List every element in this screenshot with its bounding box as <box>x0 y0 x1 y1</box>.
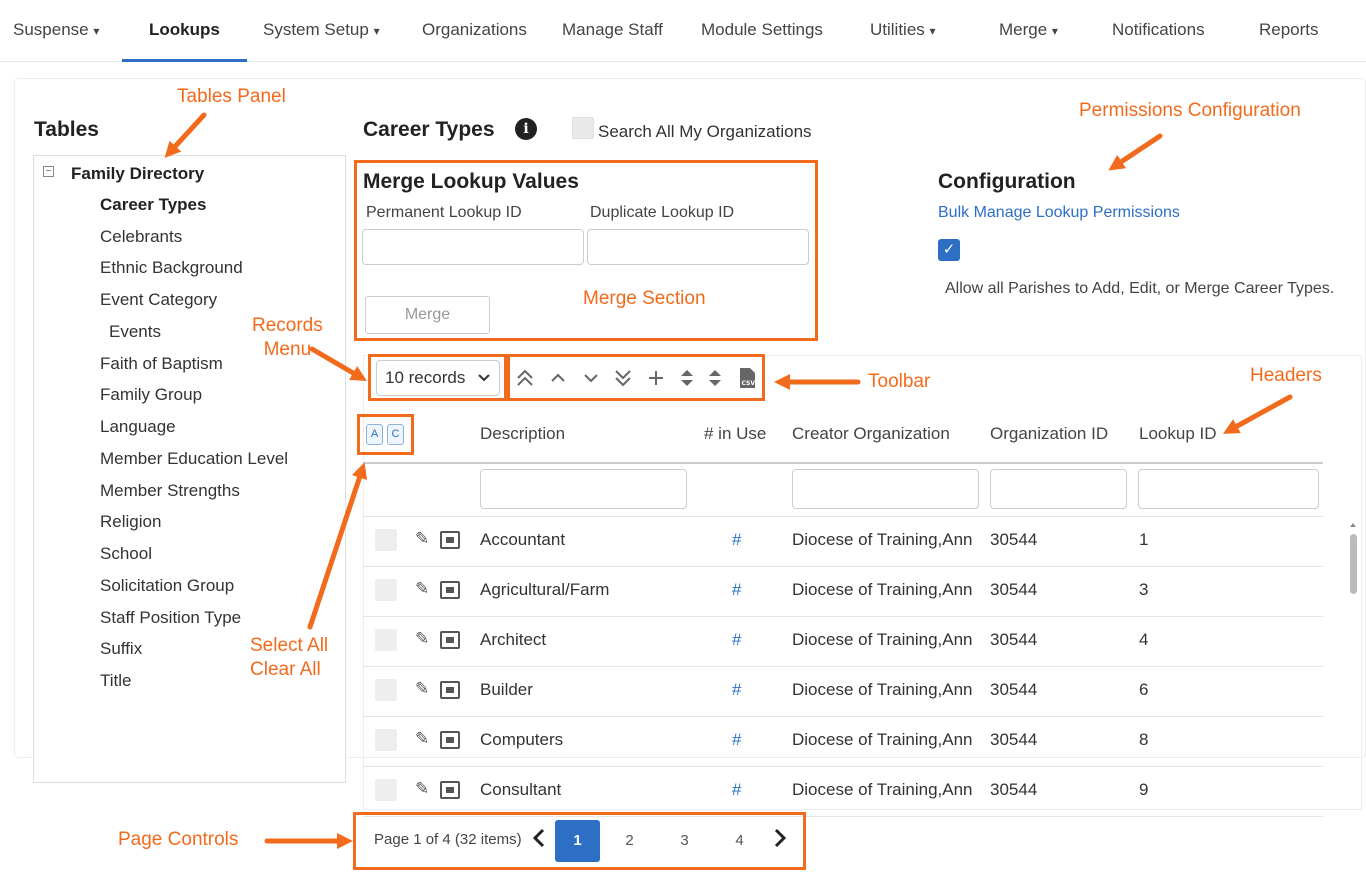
annotation-arrows <box>164 112 1293 850</box>
